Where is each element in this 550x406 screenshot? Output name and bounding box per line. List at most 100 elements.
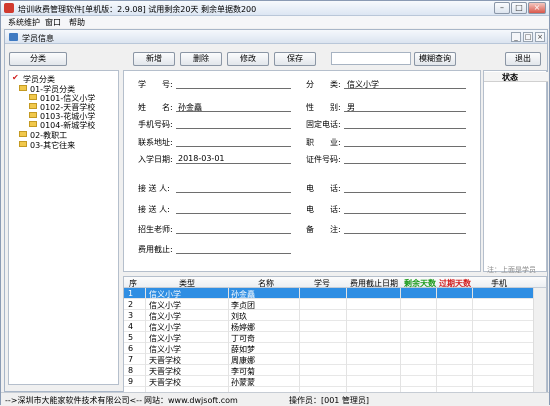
child-close-button[interactable]: × bbox=[535, 32, 545, 42]
exit-button[interactable]: 退出 bbox=[505, 52, 541, 66]
folder-icon bbox=[29, 112, 37, 118]
category-tree[interactable]: ✔ 学员分类 01-学员分类 0101-信义小学 0102-天晋学校 0103-… bbox=[8, 70, 119, 385]
table-row[interactable]: 3 信义小学 刘玖 bbox=[124, 310, 546, 321]
minimize-button[interactable]: – bbox=[494, 2, 510, 14]
column-divider bbox=[400, 288, 401, 399]
student-no-field[interactable] bbox=[176, 88, 291, 89]
website: 网站：www.dwjsoft.com bbox=[144, 396, 238, 405]
pickup-person-1-field[interactable] bbox=[176, 192, 291, 193]
row-index-cell: 4 bbox=[128, 322, 134, 331]
remark-field[interactable] bbox=[344, 233, 466, 234]
phone-2-field[interactable] bbox=[344, 213, 466, 214]
window-title: 培训收费管理软件[单机版：2.9.08] 试用剩余20天 剩余单据数200 bbox=[18, 5, 257, 14]
column-divider bbox=[299, 288, 300, 399]
column-divider bbox=[436, 288, 437, 399]
child-minimize-button[interactable]: _ bbox=[511, 32, 521, 42]
id-number-label: 证件号码: bbox=[306, 155, 341, 164]
row-index-cell: 8 bbox=[128, 366, 134, 375]
address-field[interactable] bbox=[176, 146, 291, 147]
table-row[interactable]: 6 信义小学 薛如梦 bbox=[124, 343, 546, 354]
table-row[interactable]: 1 信义小学 孙金矗 bbox=[124, 288, 546, 299]
student-info-child-window: 学员信息 _ □ × 分类 新增 删除 修改 保存 模糊查询 退出 ✔ 学员分类… bbox=[4, 29, 548, 400]
status-bar: -->深圳市大能家软件技术有限公司<-- 网站：www.dwjsoft.com … bbox=[1, 392, 549, 405]
student-table[interactable]: 序 类型 名称 学号 费用截止日期 剩余天数 过期天数 手机 1 信义小学 孙金矗 2… bbox=[123, 276, 547, 400]
name-label: 姓 名: bbox=[138, 103, 173, 112]
column-divider bbox=[472, 288, 473, 399]
recruiter-field[interactable] bbox=[176, 233, 291, 234]
child-window-title: 学员信息 bbox=[22, 34, 54, 43]
row-index-cell: 3 bbox=[128, 311, 134, 320]
fee-deadline-field[interactable] bbox=[176, 253, 291, 254]
child-restore-button[interactable]: □ bbox=[523, 32, 533, 42]
pickup-person-2-field[interactable] bbox=[176, 213, 291, 214]
classify-button[interactable]: 分类 bbox=[9, 52, 67, 66]
folder-icon bbox=[29, 94, 37, 100]
delete-button[interactable]: 删除 bbox=[180, 52, 222, 66]
table-header: 序 类型 名称 学号 费用截止日期 剩余天数 过期天数 手机 bbox=[124, 277, 546, 288]
modify-button[interactable]: 修改 bbox=[227, 52, 269, 66]
folder-icon bbox=[19, 131, 27, 137]
operator: 操作员：[001 管理员] bbox=[289, 396, 370, 405]
mobile-field[interactable] bbox=[176, 128, 291, 129]
menu-window[interactable]: 窗口 bbox=[45, 17, 61, 28]
address-label: 联系地址: bbox=[138, 138, 173, 147]
landline-field[interactable] bbox=[344, 128, 466, 129]
fuzzy-search-button[interactable]: 模糊查询 bbox=[414, 52, 456, 66]
search-input[interactable] bbox=[331, 52, 411, 65]
table-row[interactable]: 5 信义小学 丁可奇 bbox=[124, 332, 546, 343]
tree-node-label: 03-其它往来 bbox=[30, 141, 76, 150]
column-divider bbox=[228, 288, 229, 399]
menu-system-maintenance[interactable]: 系统维护 bbox=[8, 17, 40, 28]
category-label: 分 类: bbox=[306, 80, 341, 89]
pickup-person-2-label: 接 送 人: bbox=[138, 205, 170, 214]
child-title-bar: 学员信息 _ □ × bbox=[5, 30, 547, 44]
student-no-label: 学 号: bbox=[138, 80, 173, 89]
table-vertical-scrollbar[interactable] bbox=[533, 288, 546, 399]
folder-icon bbox=[19, 85, 27, 91]
folder-icon bbox=[29, 103, 37, 109]
table-row[interactable]: 8 天晋学校 李可菊 bbox=[124, 365, 546, 376]
job-label: 职 业: bbox=[306, 138, 341, 147]
row-name-cell: 孙蒙蒙 bbox=[231, 378, 255, 387]
remark-label: 备 注: bbox=[306, 225, 341, 234]
name-field[interactable] bbox=[176, 111, 291, 112]
save-button[interactable]: 保存 bbox=[274, 52, 316, 66]
pickup-person-1-label: 接 送 人: bbox=[138, 184, 170, 193]
row-index-cell: 7 bbox=[128, 355, 134, 364]
row-type-cell: 天晋学校 bbox=[149, 378, 181, 387]
enroll-date-value: 2018-03-01 bbox=[178, 154, 225, 163]
gender-field[interactable] bbox=[344, 111, 466, 112]
category-field[interactable] bbox=[344, 88, 466, 89]
mobile-label: 手机号码: bbox=[138, 120, 173, 129]
maximize-button[interactable]: □ bbox=[511, 2, 527, 14]
phone-1-field[interactable] bbox=[344, 192, 466, 193]
menu-help[interactable]: 帮助 bbox=[69, 17, 85, 28]
add-button[interactable]: 新增 bbox=[133, 52, 175, 66]
row-index-cell: 5 bbox=[128, 333, 134, 342]
enroll-date-label: 入学日期: bbox=[138, 155, 173, 164]
fee-deadline-label: 费用截止: bbox=[138, 245, 173, 254]
close-button[interactable]: × bbox=[528, 2, 546, 14]
company-name: -->深圳市大能家软件技术有限公司<-- bbox=[5, 396, 142, 405]
row-index-cell: 6 bbox=[128, 344, 134, 353]
row-index-cell: 1 bbox=[128, 289, 134, 298]
menu-bar: 系统维护 窗口 帮助 bbox=[1, 16, 549, 28]
job-field[interactable] bbox=[344, 146, 466, 147]
phone-2-label: 电 话: bbox=[306, 205, 341, 214]
status-note: 注：上面是学员 bbox=[487, 266, 536, 274]
title-bar: 培训收费管理软件[单机版：2.9.08] 试用剩余20天 剩余单据数200 – … bbox=[1, 1, 549, 16]
table-row[interactable]: 4 信义小学 杨婷娜 bbox=[124, 321, 546, 332]
recruiter-label: 招生老师: bbox=[138, 225, 173, 234]
application-window: 培训收费管理软件[单机版：2.9.08] 试用剩余20天 剩余单据数200 – … bbox=[0, 0, 550, 405]
student-form: 学 号: 分 类: 信义小学 姓 名: 孙金矗 性 别: 男 手机号码: 固定电… bbox=[123, 70, 481, 272]
table-row[interactable]: 7 天晋学校 周康娜 bbox=[124, 354, 546, 365]
table-row[interactable]: 2 信义小学 李贞团 bbox=[124, 299, 546, 310]
app-icon bbox=[4, 3, 14, 13]
enroll-date-field[interactable] bbox=[176, 163, 291, 164]
child-window-icon bbox=[9, 33, 18, 41]
row-index-cell: 9 bbox=[128, 377, 134, 386]
id-number-field[interactable] bbox=[344, 163, 466, 164]
table-row[interactable]: 9 天晋学校 孙蒙蒙 bbox=[124, 376, 546, 387]
status-panel: 状态 注：上面是学员 bbox=[483, 70, 548, 274]
landline-label: 固定电话: bbox=[306, 120, 341, 129]
